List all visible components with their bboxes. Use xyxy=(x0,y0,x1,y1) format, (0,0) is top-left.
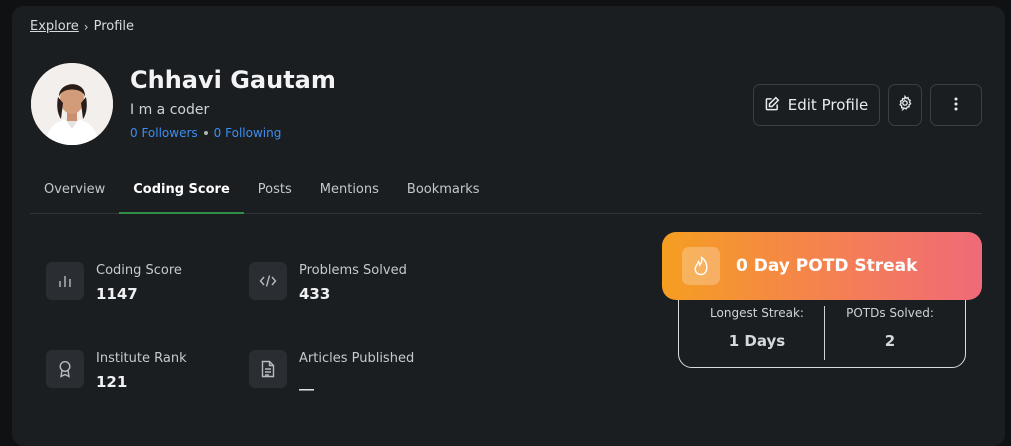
stat-label: Problems Solved xyxy=(299,263,407,278)
following-link[interactable]: 0 Following xyxy=(214,126,282,140)
longest-streak: Longest Streak: 1 Days xyxy=(702,306,812,350)
streak-divider xyxy=(824,306,825,360)
breadcrumb-explore-link[interactable]: Explore xyxy=(30,19,79,34)
edit-profile-button[interactable]: Edit Profile xyxy=(753,84,880,126)
breadcrumb: Explore › Profile xyxy=(30,19,134,34)
avatar-photo xyxy=(31,63,113,145)
tab-coding-score[interactable]: Coding Score xyxy=(119,174,244,214)
more-vertical-icon xyxy=(954,96,958,115)
stat-articles-published: Articles Published __ xyxy=(249,350,414,391)
more-options-button[interactable] xyxy=(930,84,982,126)
stat-label: Institute Rank xyxy=(96,351,187,366)
streak-title: 0 Day POTD Streak xyxy=(736,256,918,276)
profile-panel: Explore › Profile Chhavi Gautam I m a co… xyxy=(12,6,1005,446)
edit-icon xyxy=(765,96,780,115)
longest-streak-value: 1 Days xyxy=(728,332,786,350)
stat-coding-score: Coding Score 1147 xyxy=(46,262,182,303)
potds-solved: POTDs Solved: 2 xyxy=(838,306,942,350)
longest-streak-label: Longest Streak: xyxy=(710,306,804,320)
bar-chart-icon xyxy=(46,262,84,300)
stat-value: __ xyxy=(299,373,314,391)
tab-overview[interactable]: Overview xyxy=(30,174,119,214)
stat-label: Coding Score xyxy=(96,263,182,278)
stat-value: 121 xyxy=(96,373,128,391)
avatar[interactable] xyxy=(31,63,113,145)
profile-tabs: Overview Coding Score Posts Mentions Boo… xyxy=(30,174,982,214)
document-icon xyxy=(249,350,287,388)
profile-bio: I m a coder xyxy=(130,102,210,118)
breadcrumb-current: Profile xyxy=(93,19,135,34)
settings-button[interactable] xyxy=(888,84,922,126)
stat-value: 1147 xyxy=(96,285,138,303)
breadcrumb-separator: › xyxy=(83,19,89,34)
stat-label: Articles Published xyxy=(299,351,415,366)
fire-icon xyxy=(682,247,720,285)
award-icon xyxy=(46,350,84,388)
gear-icon xyxy=(897,94,913,115)
profile-name: Chhavi Gautam xyxy=(130,66,336,94)
followers-link[interactable]: 0 Followers xyxy=(130,126,198,140)
stat-problems-solved: Problems Solved 433 xyxy=(249,262,407,303)
potds-solved-value: 2 xyxy=(884,332,896,350)
code-icon xyxy=(249,262,287,300)
tab-bookmarks[interactable]: Bookmarks xyxy=(393,174,494,214)
stat-institute-rank: Institute Rank 121 xyxy=(46,350,187,391)
follow-stats: 0 Followers 0 Following xyxy=(130,126,281,140)
separator-dot xyxy=(203,131,208,135)
edit-profile-label: Edit Profile xyxy=(787,96,869,114)
stat-value: 433 xyxy=(299,285,331,303)
potds-solved-label: POTDs Solved: xyxy=(846,306,934,320)
tab-posts[interactable]: Posts xyxy=(244,174,306,214)
potd-streak-banner[interactable]: 0 Day POTD Streak xyxy=(662,232,982,300)
tab-mentions[interactable]: Mentions xyxy=(306,174,393,214)
